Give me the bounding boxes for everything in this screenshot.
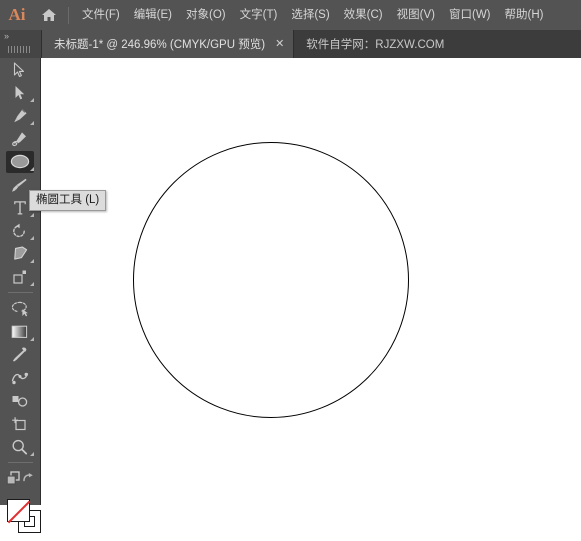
home-icon[interactable] [34,8,64,22]
ellipse-icon [10,154,30,169]
curvature-tool[interactable] [0,127,39,150]
eyedropper-icon [11,346,28,363]
document-tab[interactable]: 未标题-1* @ 246.96% (CMYK/GPU 预览) ✕ [42,30,295,58]
flyout-triangle-icon[interactable] [30,259,34,263]
menu-item-list: 文件(F) 编辑(E) 对象(O) 文字(T) 选择(S) 效果(C) 视图(V… [75,0,550,30]
fill-swatch[interactable] [7,499,30,524]
scale-icon [12,269,28,285]
lasso-tool[interactable] [0,297,39,320]
menu-bar: Ai 文件(F) 编辑(E) 对象(O) 文字(T) 选择(S) 效果(C) 视… [0,0,581,30]
toolbar-drag-grip[interactable] [8,46,32,53]
direct-selection-tool[interactable] [0,81,39,104]
flyout-triangle-icon[interactable] [30,121,34,125]
swap-arrow-icon[interactable] [22,472,35,485]
menu-file[interactable]: 文件(F) [75,0,127,30]
change-screen-mode-icon[interactable] [6,470,22,486]
app-logo: Ai [8,5,26,24]
document-tab-bar: » 未标题-1* @ 246.96% (CMYK/GPU 预览) ✕ 软件自学网… [0,30,581,58]
lasso-icon [11,301,29,317]
menu-view[interactable]: 视图(V) [390,0,442,30]
eraser-icon [11,246,29,261]
artboard-tool[interactable] [0,412,39,435]
menu-divider [68,6,69,24]
tool-tooltip: 椭圆工具 (L) [29,190,107,211]
scale-tool[interactable] [0,265,39,288]
paintbrush-icon [11,177,28,193]
chevron-double-right-icon[interactable]: » [4,32,9,41]
flyout-triangle-icon[interactable] [30,282,34,286]
watermark-label: 软件自学网：RJZXW.COM [306,39,445,51]
flyout-triangle-icon[interactable] [30,167,34,171]
flyout-triangle-icon[interactable] [30,98,34,102]
magnifier-icon [11,439,28,455]
menu-edit[interactable]: 编辑(E) [127,0,179,30]
artboard-canvas[interactable] [41,58,581,505]
arrow-outline-icon [13,61,26,78]
gradient-tool[interactable] [0,320,39,343]
pen-tool[interactable] [0,104,39,127]
shape-builder-icon [11,394,29,408]
arrow-solid-icon [14,85,26,101]
tools-panel [0,58,41,533]
menu-window[interactable]: 窗口(W) [442,0,498,30]
close-icon[interactable]: ✕ [273,38,286,51]
type-icon [13,200,27,216]
rotate-tool[interactable] [0,219,39,242]
eraser-tool[interactable] [0,242,39,265]
blend-icon [11,371,29,385]
illustrator-window: Ai 文件(F) 编辑(E) 对象(O) 文字(T) 选择(S) 效果(C) 视… [0,0,581,533]
menu-type[interactable]: 文字(T) [233,0,285,30]
flyout-triangle-icon[interactable] [30,337,34,341]
flyout-triangle-icon[interactable] [30,213,34,217]
shape-builder-tool[interactable] [0,389,39,412]
blend-tool[interactable] [0,366,39,389]
fill-stroke-swatches [0,489,41,541]
artboard-icon [11,416,28,432]
flyout-triangle-icon[interactable] [30,452,34,456]
menu-effect[interactable]: 效果(C) [337,0,390,30]
ellipse-tool[interactable] [0,150,39,173]
ellipse-shape[interactable] [133,142,409,418]
document-tab-title: 未标题-1* @ 246.96% (CMYK/GPU 预览) [54,39,266,51]
rotate-icon [11,223,28,239]
menu-object[interactable]: 对象(O) [179,0,233,30]
tool-divider [7,292,33,293]
curvature-icon [11,131,28,147]
menu-select[interactable]: 选择(S) [284,0,336,30]
toolbar-panel-header[interactable]: » [0,30,42,58]
pen-icon [12,108,28,124]
screen-mode-row [0,467,41,489]
gradient-icon [11,325,28,339]
selection-tool[interactable] [0,58,39,81]
tool-divider [7,462,33,463]
zoom-tool[interactable] [0,435,39,458]
eyedropper-tool[interactable] [0,343,39,366]
no-fill-slash-icon [7,500,30,524]
flyout-triangle-icon[interactable] [30,236,34,240]
menu-help[interactable]: 帮助(H) [498,0,551,30]
